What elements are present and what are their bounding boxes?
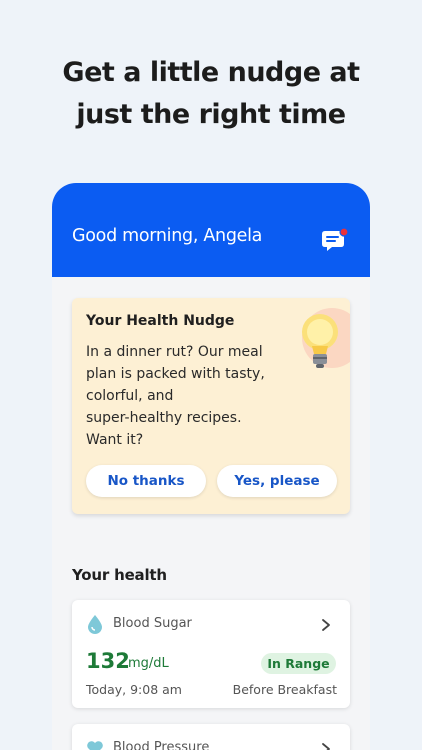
reading-timestamp: Today, 9:08 am (86, 682, 182, 697)
metric-name: Blood Sugar (113, 616, 192, 631)
lightbulb-icon (290, 308, 350, 378)
blood-pressure-card[interactable]: Blood Pressure (72, 724, 350, 750)
blood-sugar-card[interactable]: Blood Sugar 132 mg/dL In Range Today, 9:… (72, 600, 350, 708)
greeting-text: Good morning, Angela (72, 226, 263, 246)
nudge-body-line: In a dinner rut? Our meal (86, 344, 263, 360)
no-thanks-button[interactable]: No thanks (86, 465, 206, 497)
nudge-title: Your Health Nudge (86, 313, 235, 329)
blood-sugar-value: 132 (86, 649, 130, 673)
chevron-right-icon[interactable] (320, 617, 332, 631)
nudge-body-line: Want it? (86, 432, 144, 448)
droplet-icon (86, 614, 104, 634)
reading-context: Before Breakfast (232, 682, 337, 697)
promo-headline: Get a little nudge at just the right tim… (0, 52, 422, 136)
promo-headline-line-2: just the right time (76, 99, 346, 130)
health-nudge-card: Your Health Nudge In a dinner rut? Our m… (72, 298, 350, 514)
nudge-body-line: colorful, and (86, 388, 174, 404)
yes-please-button[interactable]: Yes, please (217, 465, 337, 497)
your-health-heading: Your health (72, 566, 167, 584)
nudge-body-line: plan is packed with tasty, (86, 366, 265, 382)
chat-bubble-icon[interactable] (319, 227, 349, 255)
app-header: Good morning, Angela (52, 183, 370, 277)
phone-screen: Good morning, Angela Your Health Nudge I… (52, 183, 370, 750)
blood-sugar-unit: mg/dL (128, 656, 169, 671)
chevron-right-icon[interactable] (320, 741, 332, 750)
nudge-body-line: super-healthy recipes. (86, 410, 242, 426)
metric-name: Blood Pressure (113, 740, 210, 750)
nudge-body: In a dinner rut? Our meal plan is packed… (86, 341, 286, 451)
heart-icon (86, 738, 104, 750)
promo-headline-line-1: Get a little nudge at (62, 57, 360, 88)
status-badge: In Range (261, 653, 336, 674)
